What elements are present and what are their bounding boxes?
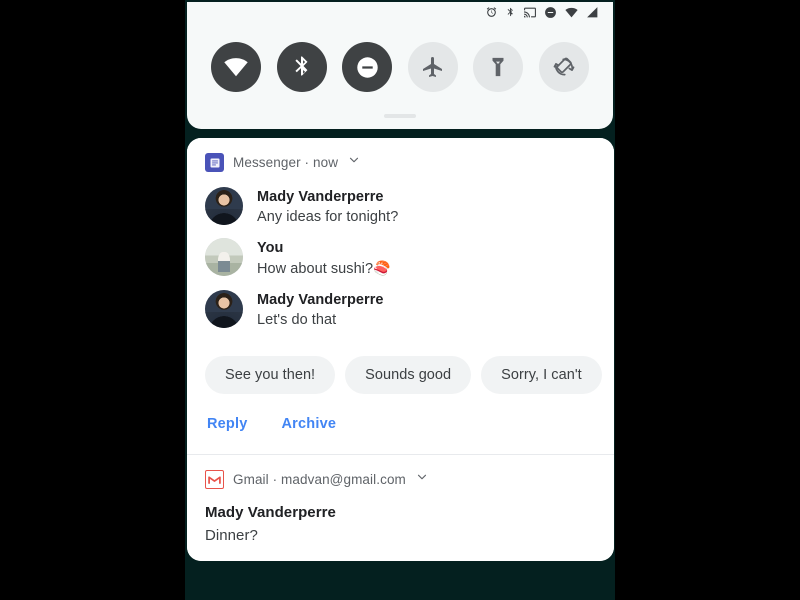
chevron-down-icon[interactable]	[347, 153, 361, 172]
wifi-tile[interactable]	[211, 42, 261, 92]
flashlight-icon	[492, 57, 504, 77]
message-sender: Mady Vanderperre	[257, 189, 384, 205]
gmail-notification-body: Mady Vanderperre Dinner?	[187, 493, 614, 547]
bluetooth-icon	[294, 56, 308, 76]
flashlight-tile[interactable]	[473, 42, 524, 92]
messenger-icon	[205, 153, 224, 172]
gmail-notification-header[interactable]: Gmail · madvan@gmail.com	[187, 455, 614, 493]
reply-button[interactable]: Reply	[205, 412, 250, 436]
message-body: You How about sushi?🍣	[257, 238, 391, 280]
quick-settings-drag-handle[interactable]	[384, 114, 416, 118]
bluetooth-icon	[505, 6, 516, 24]
wifi-icon	[564, 6, 579, 24]
avatar	[205, 290, 243, 328]
avatar	[205, 187, 243, 225]
message-body: Mady Vanderperre Let's do that	[257, 290, 384, 331]
message-row: Mady Vanderperre Let's do that	[187, 285, 614, 336]
notification-gmail[interactable]: Gmail · madvan@gmail.com Mady Vanderperr…	[187, 455, 614, 561]
notification-stack: Messenger · now Mady Vanderperre Any ide…	[187, 138, 614, 561]
message-row: Mady Vanderperre Any ideas for tonight?	[187, 182, 614, 233]
message-sender: Mady Vanderperre	[257, 292, 384, 308]
do-not-disturb-tile[interactable]	[342, 42, 393, 92]
smart-reply-chip-sounds-good[interactable]: Sounds good	[345, 356, 472, 394]
message-row: You How about sushi?🍣	[187, 233, 614, 285]
gmail-sender: Mady Vanderperre	[205, 504, 336, 521]
sushi-emoji: 🍣	[373, 260, 391, 276]
gmail-subject: Dinner?	[205, 527, 258, 544]
airplane-icon	[422, 57, 442, 77]
alarm-icon	[485, 6, 498, 24]
message-body: Mady Vanderperre Any ideas for tonight?	[257, 187, 398, 228]
status-bar	[485, 2, 613, 28]
message-sender: You	[257, 240, 284, 256]
airplane-mode-tile[interactable]	[407, 42, 458, 92]
messenger-message-list: Mady Vanderperre Any ideas for tonight? …	[187, 176, 614, 338]
do-not-disturb-icon	[356, 56, 378, 78]
avatar	[205, 238, 243, 276]
messenger-notification-header[interactable]: Messenger · now	[187, 138, 614, 176]
cast-icon	[523, 6, 537, 24]
auto-rotate-tile[interactable]	[538, 42, 589, 92]
notification-actions: Reply Archive	[187, 402, 614, 454]
smart-reply-chip-see-you-then[interactable]: See you then!	[205, 356, 336, 394]
do-not-disturb-icon	[544, 6, 557, 24]
message-text: Let's do that	[257, 312, 337, 328]
gmail-header-text: Gmail · madvan@gmail.com	[233, 472, 406, 487]
wifi-icon	[224, 58, 248, 77]
auto-rotate-icon	[553, 57, 575, 76]
smart-reply-chips: See you then! Sounds good Sorry, I can't	[187, 338, 614, 402]
screen: Messenger · now Mady Vanderperre Any ide…	[0, 0, 800, 600]
quick-settings-tiles	[187, 42, 613, 92]
message-text: How about sushi?🍣	[257, 258, 391, 280]
quick-settings-panel	[187, 2, 613, 129]
messenger-header-text: Messenger · now	[233, 155, 339, 170]
gmail-icon	[205, 470, 224, 489]
notification-messenger[interactable]: Messenger · now Mady Vanderperre Any ide…	[187, 138, 614, 454]
message-text: Any ideas for tonight?	[257, 209, 399, 225]
message-text-value: How about sushi?	[257, 261, 374, 277]
chevron-down-icon[interactable]	[415, 470, 429, 489]
bluetooth-tile[interactable]	[276, 42, 327, 92]
archive-button[interactable]: Archive	[280, 412, 339, 436]
smart-reply-chip-sorry-i-cant[interactable]: Sorry, I can't	[481, 356, 602, 394]
cell-signal-icon	[586, 6, 599, 24]
